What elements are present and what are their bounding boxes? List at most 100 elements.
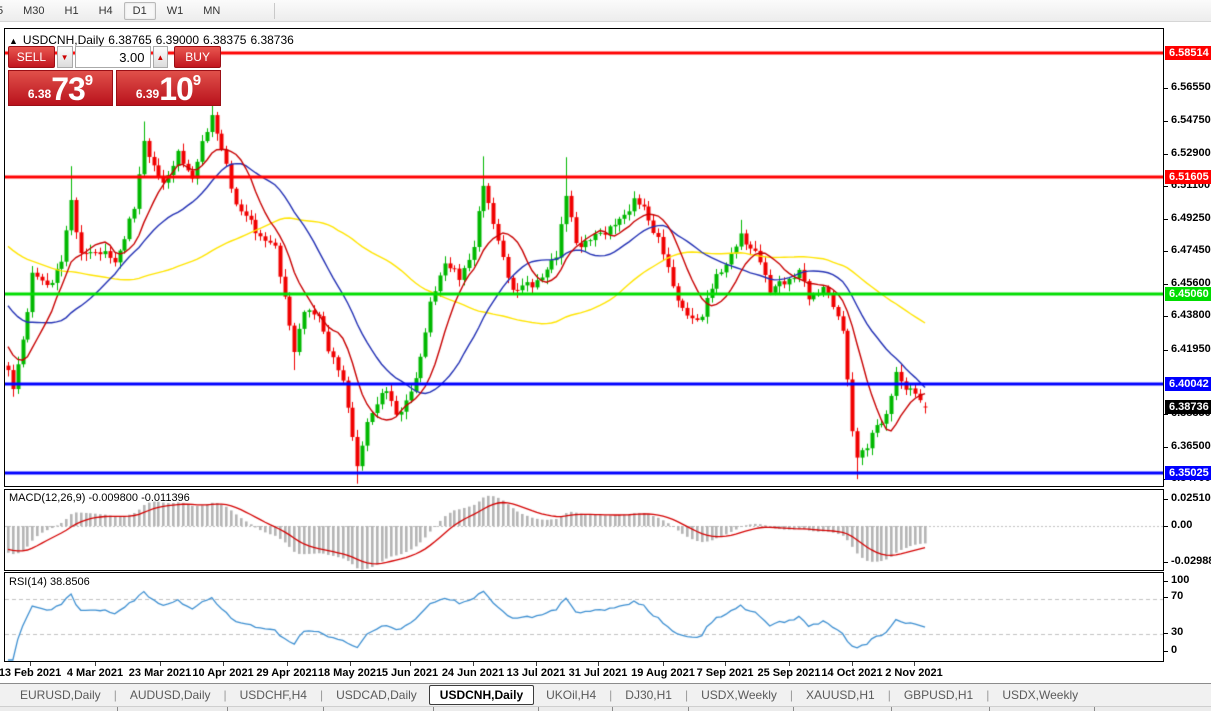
rsi-axis-label: 100 bbox=[1171, 574, 1189, 586]
axis-tick-mark bbox=[1164, 499, 1168, 500]
rsi-canvas[interactable] bbox=[5, 573, 1163, 661]
price-level-badge: 6.51605 bbox=[1165, 170, 1211, 184]
date-axis-label: 18 May 2021 bbox=[318, 667, 382, 679]
one-click-trade-panel: SELL ▼ ▲ BUY 6.38 73 9 6.39 10 9 bbox=[8, 46, 221, 106]
buy-price-pips: 10 bbox=[159, 74, 193, 104]
buy-price-box[interactable]: 6.39 10 9 bbox=[116, 70, 221, 106]
chart-tab-usdcnh-daily[interactable]: USDCNH,Daily bbox=[429, 685, 534, 705]
axis-tick-mark bbox=[1164, 154, 1168, 155]
date-axis-label: 23 Mar 2021 bbox=[129, 667, 191, 679]
macd-axis-label: -0.029881 bbox=[1171, 555, 1211, 567]
ohlc-high: 6.39000 bbox=[156, 33, 199, 47]
chart-tab-xauusd-h1[interactable]: XAUUSD,H1 bbox=[794, 686, 887, 704]
date-tick-mark bbox=[725, 662, 726, 666]
price-level-badge: 6.38736 bbox=[1165, 400, 1211, 414]
status-strip-tick bbox=[793, 707, 794, 711]
price-axis-label: 6.49250 bbox=[1171, 212, 1211, 224]
axis-tick-mark bbox=[1164, 597, 1168, 598]
date-tick-mark bbox=[663, 662, 664, 666]
price-axis-label: 6.52900 bbox=[1171, 147, 1211, 159]
sell-button[interactable]: SELL bbox=[8, 46, 55, 68]
sell-price-pips: 73 bbox=[51, 74, 85, 104]
price-axis-label: 6.47450 bbox=[1171, 244, 1211, 256]
buy-price-point: 9 bbox=[193, 72, 201, 89]
status-strip-tick bbox=[1094, 707, 1095, 711]
chart-tab-usdcad-daily[interactable]: USDCAD,Daily bbox=[324, 686, 429, 704]
axis-tick-mark bbox=[1164, 581, 1168, 582]
status-strip-tick bbox=[227, 707, 228, 711]
chart-tab-usdx-weekly[interactable]: USDX,Weekly bbox=[990, 686, 1090, 704]
sell-price-box[interactable]: 6.38 73 9 bbox=[8, 70, 113, 106]
collapse-panel-icon[interactable]: ▲ bbox=[9, 36, 18, 46]
date-tick-mark bbox=[350, 662, 351, 666]
date-axis-label: 14 Oct 2021 bbox=[821, 667, 882, 679]
timeframe-toolbar: 5M30H1H4D1W1MN bbox=[0, 0, 1211, 22]
axis-tick-mark bbox=[1164, 251, 1168, 252]
timeframe-button-h1[interactable]: H1 bbox=[56, 2, 88, 20]
axis-tick-mark bbox=[1164, 350, 1168, 351]
chart-tab-ukoil-h4[interactable]: UKOil,H4 bbox=[534, 686, 608, 704]
buy-button[interactable]: BUY bbox=[174, 46, 221, 68]
date-axis-label: 13 Jul 2021 bbox=[507, 667, 566, 679]
status-strip-tick bbox=[433, 707, 434, 711]
status-strip-tick bbox=[117, 707, 118, 711]
chart-tab-dj30-h1[interactable]: DJ30,H1 bbox=[613, 686, 684, 704]
price-level-badge: 6.58514 bbox=[1165, 46, 1211, 60]
toolbar-separator bbox=[274, 3, 275, 19]
chart-tab-audusd-daily[interactable]: AUDUSD,Daily bbox=[118, 686, 223, 704]
price-axis-label: 6.56550 bbox=[1171, 81, 1211, 93]
chart-tab-bar: EURUSD,Daily|AUDUSD,Daily|USDCHF,H4|USDC… bbox=[0, 683, 1211, 706]
ohlc-open: 6.38765 bbox=[108, 33, 151, 47]
date-axis-label: 10 Apr 2021 bbox=[192, 667, 253, 679]
rsi-indicator-pane bbox=[4, 572, 1164, 662]
axis-tick-mark bbox=[1164, 651, 1168, 652]
axis-tick-mark bbox=[1164, 219, 1168, 220]
date-axis[interactable]: 13 Feb 20214 Mar 202123 Mar 202110 Apr 2… bbox=[0, 662, 1164, 683]
price-axis-label: 6.41950 bbox=[1171, 343, 1211, 355]
date-axis-label: 25 Sep 2021 bbox=[758, 667, 821, 679]
price-axis-label: 6.36500 bbox=[1171, 440, 1211, 452]
price-axis-label: 6.43800 bbox=[1171, 309, 1211, 321]
timeframe-button-5[interactable]: 5 bbox=[0, 2, 12, 20]
axis-tick-mark bbox=[1164, 447, 1168, 448]
chart-tab-usdx-weekly[interactable]: USDX,Weekly bbox=[689, 686, 789, 704]
date-axis-label: 2 Nov 2021 bbox=[885, 667, 942, 679]
volume-input[interactable] bbox=[75, 46, 151, 68]
volume-decrease-button[interactable]: ▼ bbox=[57, 46, 73, 68]
volume-increase-button[interactable]: ▲ bbox=[153, 46, 169, 68]
rsi-label: RSI(14) 38.8506 bbox=[9, 576, 90, 588]
date-axis-label: 5 Jun 2021 bbox=[382, 667, 438, 679]
date-axis-label: 19 Aug 2021 bbox=[631, 667, 695, 679]
macd-axis-label: 0.025108 bbox=[1171, 492, 1211, 504]
axis-tick-mark bbox=[1164, 284, 1168, 285]
buy-price-whole: 6.39 bbox=[136, 87, 159, 101]
date-tick-mark bbox=[536, 662, 537, 666]
date-tick-mark bbox=[95, 662, 96, 666]
axis-tick-mark bbox=[1164, 316, 1168, 317]
date-tick-mark bbox=[410, 662, 411, 666]
macd-label: MACD(12,26,9) -0.009800 -0.011396 bbox=[9, 492, 190, 504]
timeframe-button-d1[interactable]: D1 bbox=[124, 2, 156, 20]
chart-tab-usdchf-h4[interactable]: USDCHF,H4 bbox=[228, 686, 319, 704]
axis-tick-mark bbox=[1164, 414, 1168, 415]
price-axis[interactable]: 6.565506.547506.529006.511006.492506.474… bbox=[1164, 22, 1211, 682]
chart-tab-gbpusd-h1[interactable]: GBPUSD,H1 bbox=[892, 686, 985, 704]
timeframe-button-m30[interactable]: M30 bbox=[14, 2, 53, 20]
date-axis-label: 29 Apr 2021 bbox=[256, 667, 317, 679]
rsi-axis-label: 0 bbox=[1171, 644, 1177, 656]
price-level-badge: 6.45060 bbox=[1165, 287, 1211, 301]
date-tick-mark bbox=[473, 662, 474, 666]
status-strip-tick bbox=[323, 707, 324, 711]
date-tick-mark bbox=[223, 662, 224, 666]
date-tick-mark bbox=[160, 662, 161, 666]
timeframe-button-w1[interactable]: W1 bbox=[158, 2, 193, 20]
sell-price-point: 9 bbox=[85, 72, 93, 89]
axis-tick-mark bbox=[1164, 88, 1168, 89]
axis-tick-mark bbox=[1164, 526, 1168, 527]
date-axis-label: 7 Sep 2021 bbox=[697, 667, 754, 679]
chart-tab-eurusd-daily[interactable]: EURUSD,Daily bbox=[8, 686, 113, 704]
timeframe-button-mn[interactable]: MN bbox=[194, 2, 229, 20]
axis-tick-mark bbox=[1164, 562, 1168, 563]
date-tick-mark bbox=[30, 662, 31, 666]
timeframe-button-h4[interactable]: H4 bbox=[90, 2, 122, 20]
